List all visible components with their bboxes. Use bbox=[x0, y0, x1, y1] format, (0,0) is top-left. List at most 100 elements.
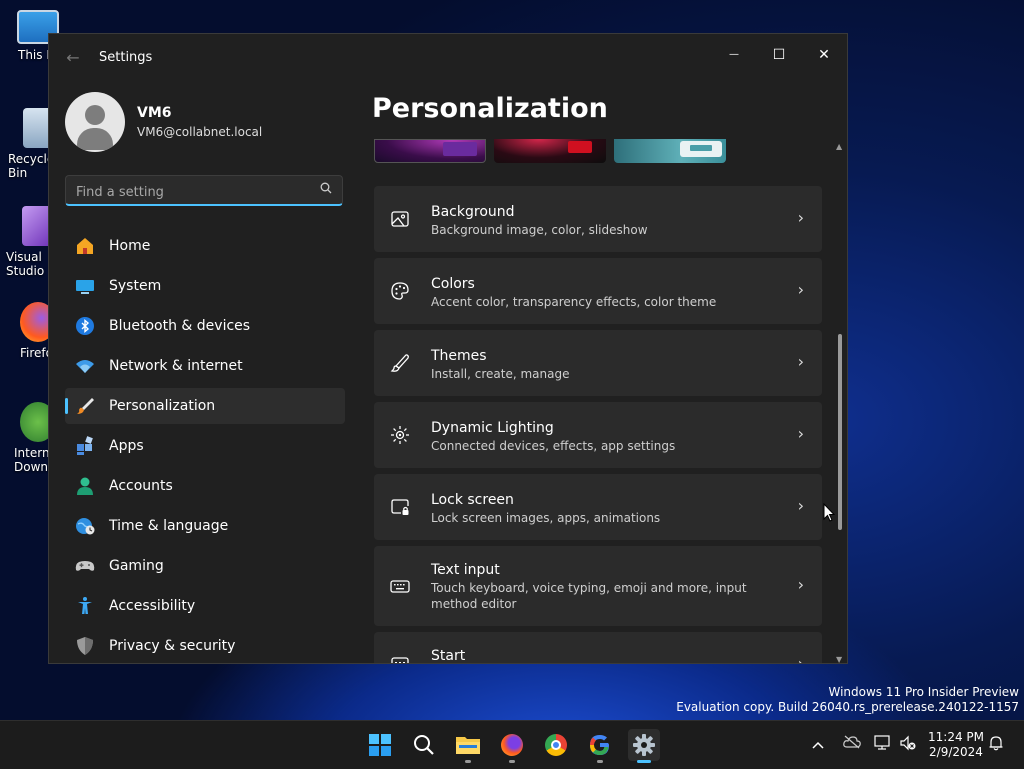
wifi-icon bbox=[75, 356, 95, 376]
scrollbar[interactable]: ▲ ▼ bbox=[835, 142, 845, 663]
volume-muted-icon[interactable] bbox=[898, 735, 918, 755]
accounts-icon bbox=[75, 476, 95, 496]
sidebar-item-label: Network & internet bbox=[109, 358, 243, 374]
card-themes[interactable]: Themes Install, create, manage › bbox=[374, 330, 822, 396]
sidebar-item-home[interactable]: Home bbox=[65, 228, 345, 264]
sidebar-item-label: Apps bbox=[109, 438, 144, 454]
maximize-button[interactable]: ☐ bbox=[756, 40, 802, 70]
sidebar-item-accessibility[interactable]: Accessibility bbox=[65, 588, 345, 624]
chevron-right-icon: › bbox=[797, 208, 804, 227]
brush-icon bbox=[390, 353, 410, 373]
avatar-body bbox=[77, 128, 113, 150]
card-description: Lock screen images, apps, animations bbox=[431, 511, 661, 525]
taskbar-google[interactable] bbox=[584, 729, 616, 763]
gamepad-icon bbox=[75, 556, 95, 576]
sidebar-item-gaming[interactable]: Gaming bbox=[65, 548, 345, 584]
sidebar-item-label: System bbox=[109, 278, 162, 294]
file-explorer-icon bbox=[456, 735, 480, 759]
taskbar-clock[interactable]: 11:24 PM 2/9/2024 bbox=[926, 730, 986, 760]
mouse-cursor-icon bbox=[823, 502, 836, 526]
chevron-right-icon: › bbox=[797, 352, 804, 371]
avatar[interactable] bbox=[65, 92, 125, 152]
card-lock-screen[interactable]: Lock screen Lock screen images, apps, an… bbox=[374, 474, 822, 540]
sidebar-item-label: Accounts bbox=[109, 478, 173, 494]
search-input[interactable] bbox=[74, 181, 308, 203]
sidebar-item-label: Time & language bbox=[109, 518, 229, 534]
taskbar-firefox[interactable] bbox=[496, 729, 528, 763]
theme-accent-swatch bbox=[680, 141, 722, 157]
accessibility-icon bbox=[75, 596, 95, 616]
notification-bell-icon[interactable] bbox=[986, 735, 1006, 755]
chevron-right-icon: › bbox=[797, 575, 804, 594]
card-text-input[interactable]: Text input Touch keyboard, voice typing,… bbox=[374, 546, 822, 626]
taskbar-chrome[interactable] bbox=[540, 729, 572, 761]
sidebar-item-network[interactable]: Network & internet bbox=[65, 348, 345, 384]
scroll-down-arrow-icon[interactable]: ▼ bbox=[836, 655, 842, 663]
start-icon bbox=[390, 655, 410, 663]
theme-thumbnail[interactable] bbox=[494, 139, 606, 163]
card-description: Connected devices, effects, app settings bbox=[431, 439, 676, 453]
back-button[interactable]: ← bbox=[63, 48, 83, 68]
card-start[interactable]: Start › bbox=[374, 632, 822, 664]
card-description: Install, create, manage bbox=[431, 367, 570, 381]
image-icon bbox=[390, 209, 410, 229]
sidebar-item-bluetooth[interactable]: Bluetooth & devices bbox=[65, 308, 345, 344]
chevron-right-icon: › bbox=[797, 496, 804, 515]
card-title: Text input bbox=[431, 562, 500, 578]
card-title: Dynamic Lighting bbox=[431, 420, 554, 436]
search-icon[interactable] bbox=[320, 182, 332, 198]
settings-window: ← Settings — ☐ ✕ VM6 VM6@collabnet.local… bbox=[48, 33, 848, 664]
scroll-thumb[interactable] bbox=[838, 334, 842, 530]
sidebar-item-apps[interactable]: Apps bbox=[65, 428, 345, 464]
window-title: Settings bbox=[99, 50, 153, 65]
theme-thumbnail[interactable] bbox=[614, 139, 726, 163]
page-title: Personalization bbox=[372, 93, 608, 124]
card-background[interactable]: Background Background image, color, slid… bbox=[374, 186, 822, 252]
taskbar-search-button[interactable] bbox=[408, 729, 440, 761]
chrome-icon bbox=[545, 734, 567, 756]
evaluation-watermark: Windows 11 Pro Insider Preview Evaluatio… bbox=[676, 685, 1019, 715]
bluetooth-icon bbox=[75, 316, 95, 336]
sidebar-item-privacy[interactable]: Privacy & security bbox=[65, 628, 345, 663]
google-icon bbox=[589, 734, 611, 760]
title-bar: ← Settings — ☐ ✕ bbox=[49, 34, 847, 82]
card-colors[interactable]: Colors Accent color, transparency effect… bbox=[374, 258, 822, 324]
chevron-right-icon: › bbox=[797, 654, 804, 664]
theme-thumbnail[interactable] bbox=[374, 139, 486, 163]
chrome-icon-center bbox=[551, 740, 561, 750]
card-title: Start bbox=[431, 648, 466, 664]
watermark-line: Windows 11 Pro Insider Preview bbox=[828, 685, 1019, 699]
chevron-up-icon[interactable] bbox=[808, 735, 828, 755]
theme-accent-bar bbox=[690, 145, 712, 151]
theme-accent-swatch bbox=[443, 142, 477, 156]
card-dynamic-lighting[interactable]: Dynamic Lighting Connected devices, effe… bbox=[374, 402, 822, 468]
desktop-icon-label: Visual Studio 2022 Preview bbox=[6, 250, 45, 278]
theme-accent-swatch bbox=[568, 141, 592, 153]
chevron-right-icon: › bbox=[797, 424, 804, 443]
cloud-offline-icon[interactable] bbox=[842, 735, 862, 755]
card-title: Colors bbox=[431, 276, 475, 292]
scroll-up-arrow-icon[interactable]: ▲ bbox=[836, 142, 842, 151]
card-description: Accent color, transparency effects, colo… bbox=[431, 295, 717, 309]
taskbar-start-button[interactable] bbox=[364, 729, 396, 761]
avatar-head bbox=[85, 105, 105, 125]
palette-icon bbox=[390, 281, 410, 301]
shield-icon bbox=[75, 636, 95, 656]
sidebar-item-accounts[interactable]: Accounts bbox=[65, 468, 345, 504]
settings-list: Background Background image, color, slid… bbox=[374, 186, 822, 664]
network-icon[interactable] bbox=[872, 735, 892, 755]
sidebar-item-personalization[interactable]: Personalization bbox=[65, 388, 345, 424]
running-indicator bbox=[597, 760, 603, 763]
taskbar-file-explorer[interactable] bbox=[452, 729, 484, 763]
card-title: Background bbox=[431, 204, 515, 220]
sidebar-item-time-language[interactable]: Time & language bbox=[65, 508, 345, 544]
taskbar-settings[interactable] bbox=[628, 729, 660, 763]
minimize-button[interactable]: — bbox=[711, 40, 757, 70]
sidebar-item-system[interactable]: System bbox=[65, 268, 345, 304]
close-button[interactable]: ✕ bbox=[801, 40, 847, 70]
chevron-right-icon: › bbox=[797, 280, 804, 299]
system-icon bbox=[75, 276, 95, 296]
sidebar-nav: Home System Bluetooth & devices Network … bbox=[65, 228, 345, 663]
search-box bbox=[65, 175, 343, 206]
running-indicator bbox=[465, 760, 471, 763]
